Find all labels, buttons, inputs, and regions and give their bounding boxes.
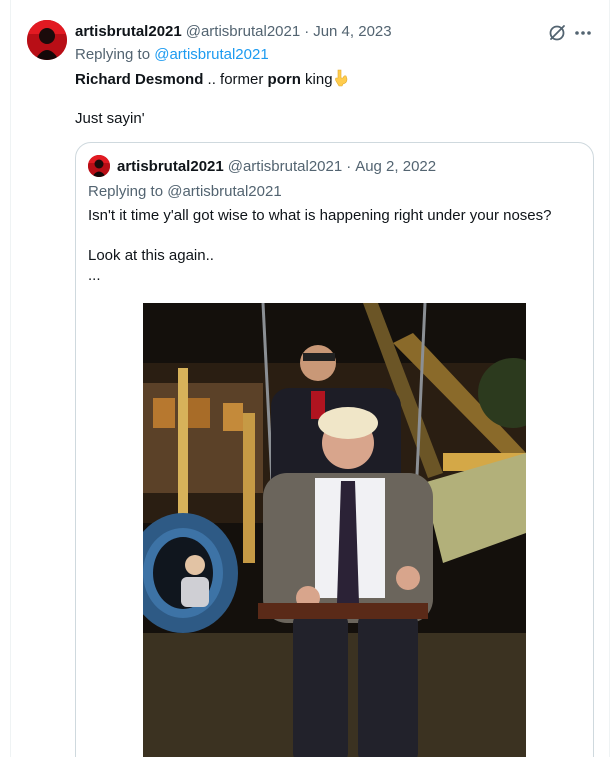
replying-prefix: Replying to — [75, 46, 151, 63]
avatar-image — [27, 20, 67, 60]
separator-dot: · — [346, 158, 352, 175]
quoted-tweet-text: Isn't it time y'all got wise to what is … — [88, 206, 583, 286]
quoted-user-handle[interactable]: @artisbrutal2021 — [228, 157, 342, 177]
quoted-line-3: ... — [88, 267, 101, 284]
bold-name: Richard Desmond — [75, 71, 204, 88]
text-segment: king — [300, 71, 333, 88]
replying-to: Replying to @artisbrutal2021 — [75, 45, 269, 65]
tweet-date[interactable]: Jun 4, 2023 — [313, 22, 391, 42]
pointing-down-emoji — [333, 69, 349, 93]
tweet-text: Richard Desmond .. former porn king Just… — [75, 69, 585, 129]
display-name[interactable]: artisbrutal2021 — [75, 22, 182, 42]
replying-mention[interactable]: @artisbrutal2021 — [154, 46, 268, 63]
tweet-line-1: Richard Desmond .. former porn king — [75, 69, 585, 89]
quoted-tweet-card[interactable]: artisbrutal2021 @artisbrutal2021 · Aug 2… — [75, 142, 594, 757]
tweet-photo[interactable] — [143, 303, 526, 757]
tweet-header: artisbrutal2021 @artisbrutal2021 · Jun 4… — [75, 22, 392, 42]
photo-illustration — [143, 303, 526, 757]
text-segment: .. former — [203, 71, 268, 88]
quoted-replying-to: Replying to @artisbrutal2021 — [88, 183, 282, 200]
tweet-line-2: Just sayin' — [75, 110, 145, 127]
grok-icon[interactable] — [547, 23, 567, 43]
quoted-avatar[interactable] — [88, 155, 110, 177]
bold-word: porn — [267, 71, 301, 88]
separator-dot: · — [304, 23, 310, 40]
quoted-line-1: Isn't it time y'all got wise to what is … — [88, 207, 552, 224]
more-icon[interactable] — [573, 23, 593, 43]
avatar[interactable] — [27, 20, 67, 60]
user-handle[interactable]: @artisbrutal2021 — [186, 22, 300, 42]
quoted-tweet-header: artisbrutal2021 @artisbrutal2021 · Aug 2… — [117, 157, 436, 177]
quoted-line-2: Look at this again.. — [88, 247, 214, 264]
quoted-tweet-date[interactable]: Aug 2, 2022 — [355, 157, 436, 177]
quoted-display-name[interactable]: artisbrutal2021 — [117, 157, 224, 177]
